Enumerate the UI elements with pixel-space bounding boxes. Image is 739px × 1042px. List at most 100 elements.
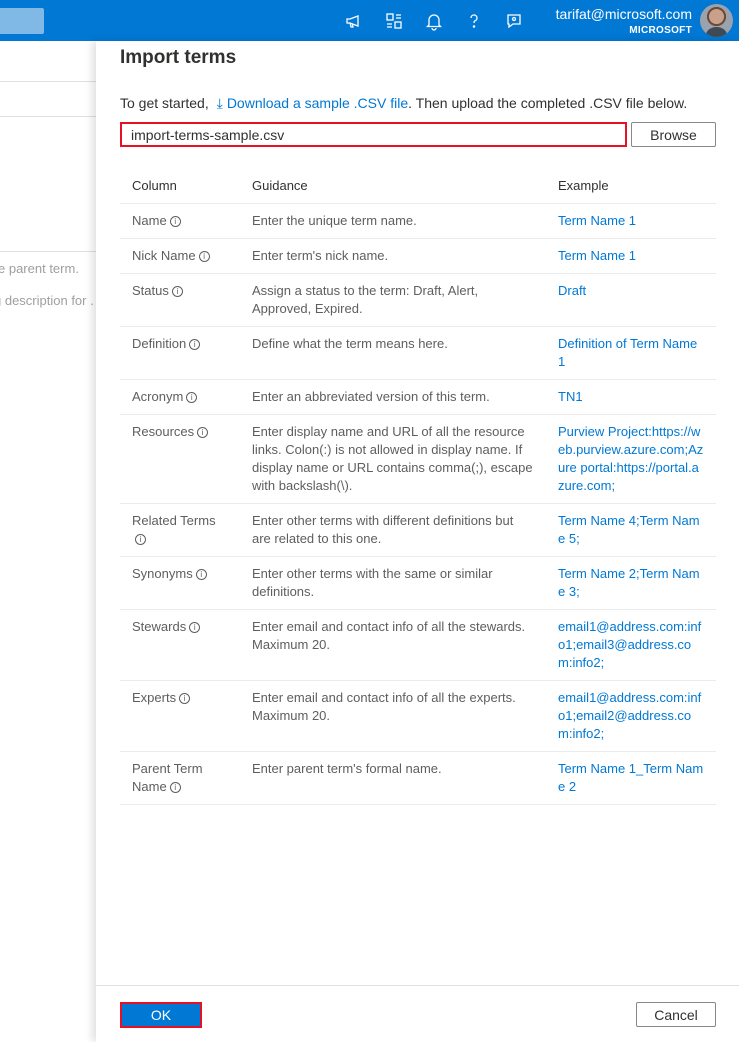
table-row: Parent Term Name i Enter parent term's for… (120, 751, 716, 805)
row-column-name: Name i (120, 203, 240, 239)
bell-icon[interactable] (420, 8, 448, 34)
row-guidance: Enter email and contact info of all the … (240, 609, 546, 681)
search-box[interactable] (0, 8, 44, 34)
background-text: e parent term. (0, 261, 79, 276)
background-text: g description for . (0, 293, 94, 308)
column-name-label: Acronym (132, 388, 184, 404)
account-info[interactable]: tarifat@microsoft.com MICROSOFT (556, 6, 692, 36)
row-example: email1@address.com:info1;email2@address.… (546, 680, 716, 752)
table-row: Acronym i Enter an abbreviated version of … (120, 379, 716, 415)
column-header: Guidance (240, 168, 546, 204)
megaphone-icon[interactable] (340, 8, 368, 34)
column-name-label: Name (132, 212, 167, 228)
table-row: Status i Assign a status to the term: Draf… (120, 273, 716, 327)
info-icon[interactable]: i (197, 426, 209, 438)
row-column-name: Status i (120, 273, 240, 327)
info-icon[interactable]: i (169, 215, 181, 227)
row-column-name: Stewards i (120, 609, 240, 681)
column-name-label: Status (132, 282, 169, 298)
row-guidance: Enter email and contact info of all the … (240, 680, 546, 752)
info-icon[interactable]: i (169, 781, 181, 793)
column-name-label: Stewards (132, 618, 187, 634)
row-example: Term Name 4;Term Name 5; (546, 503, 716, 557)
divider (0, 81, 96, 82)
column-name-label: Nick Name (132, 247, 196, 263)
file-name: import-terms-sample.csv (131, 126, 285, 143)
column-header: Example (546, 168, 716, 204)
ok-button[interactable]: OK (120, 1002, 202, 1028)
row-column-name: Nick Name i (120, 238, 240, 274)
row-guidance: Enter term's nick name. (240, 238, 546, 274)
row-column-name: Acronym i (120, 379, 240, 415)
import-terms-panel: Import terms To get started, ⤓ Download a… (96, 41, 739, 1042)
info-icon[interactable]: i (195, 568, 207, 580)
table-row: Synonyms i Enter other terms with the same… (120, 556, 716, 610)
row-column-name: Definition i (120, 326, 240, 380)
column-name-label: Resources (132, 423, 195, 439)
row-example: Draft (546, 273, 716, 327)
info-icon[interactable]: i (189, 621, 201, 633)
row-example: email1@address.com:info1;email3@address.… (546, 609, 716, 681)
panel-title: Import terms (120, 47, 237, 68)
row-guidance: Enter an abbreviated version of this ter… (240, 379, 546, 415)
intro-prefix: To get started, (120, 95, 209, 111)
directory-switch-icon[interactable] (380, 8, 408, 34)
column-name-label: Synonyms (132, 565, 193, 581)
avatar[interactable] (700, 4, 733, 37)
table-row: Name i Enter the unique term name. Term Nam… (120, 203, 716, 239)
info-icon[interactable]: i (135, 533, 146, 545)
row-example: Term Name 1_Term Name 2 (546, 751, 716, 805)
terms-guidance-table: Column Guidance Example Name i Enter the u… (120, 168, 716, 805)
cancel-button[interactable]: Cancel (636, 1002, 716, 1027)
table-header-row: Column Guidance Example (120, 168, 716, 204)
help-icon[interactable] (460, 8, 488, 34)
row-example: Definition of Term Name 1 (546, 326, 716, 380)
download-sample-link[interactable]: Download a sample .CSV file (227, 95, 408, 111)
file-path-input[interactable]: import-terms-sample.csv (120, 122, 627, 147)
table-row: Stewards i Enter email and contact info of… (120, 609, 716, 681)
row-example: Term Name 2;Term Name 3; (546, 556, 716, 610)
column-header: Column (120, 168, 240, 204)
column-name-label: Related Terms (132, 512, 216, 528)
account-email: tarifat@microsoft.com (555, 6, 692, 22)
column-name-label: Experts (132, 689, 177, 705)
row-guidance: Assign a status to the term: Draft, Aler… (240, 273, 546, 327)
row-column-name: Synonyms i (120, 556, 240, 610)
row-column-name: Related Terms i (120, 503, 240, 557)
row-column-name: Parent Term Name i (120, 751, 240, 805)
intro-text: To get started, ⤓ Download a sample .CSV … (120, 95, 687, 112)
info-icon[interactable]: i (198, 250, 210, 262)
column-name-label: Definition (132, 335, 187, 351)
info-icon[interactable]: i (171, 285, 183, 297)
row-guidance: Enter display name and URL of all the re… (240, 414, 546, 504)
row-guidance: Enter the unique term name. (240, 203, 546, 239)
browse-button[interactable]: Browse (631, 122, 716, 147)
table-row: Nick Name i Enter term's nick name. Term Na… (120, 238, 716, 274)
download-icon: ⤓ (216, 95, 223, 111)
intro-suffix: . Then upload the completed .CSV file be… (408, 95, 688, 111)
info-icon[interactable]: i (186, 391, 198, 403)
row-guidance: Enter parent term's formal name. (240, 751, 546, 805)
info-icon[interactable]: i (189, 338, 201, 350)
table-row: Related Terms i Enter other terms with dif… (120, 503, 716, 557)
row-example: Purview Project:https://web.purview.azur… (546, 414, 716, 504)
row-guidance: Enter other terms with different definit… (240, 503, 546, 557)
divider (0, 251, 96, 252)
table-row: Resources i Enter display name and URL of … (120, 414, 716, 504)
divider (0, 116, 96, 117)
row-example: Term Name 1 (546, 203, 716, 239)
info-icon[interactable]: i (179, 692, 191, 704)
feedback-icon[interactable] (500, 8, 528, 34)
row-example: Term Name 1 (546, 238, 716, 274)
row-guidance: Define what the term means here. (240, 326, 546, 380)
table-row: Experts i Enter email and contact info of … (120, 680, 716, 752)
row-column-name: Resources i (120, 414, 240, 504)
row-guidance: Enter other terms with the same or simil… (240, 556, 546, 610)
top-bar: tarifat@microsoft.com MICROSOFT (0, 0, 739, 41)
account-tenant: MICROSOFT (629, 25, 692, 36)
table-row: Definition i Define what the term means he… (120, 326, 716, 380)
row-example: TN1 (546, 379, 716, 415)
background-page: e parent term. g description for . (0, 41, 96, 1042)
panel-footer: OK Cancel (96, 985, 739, 1042)
column-name-label: Parent Term Name (132, 760, 203, 794)
